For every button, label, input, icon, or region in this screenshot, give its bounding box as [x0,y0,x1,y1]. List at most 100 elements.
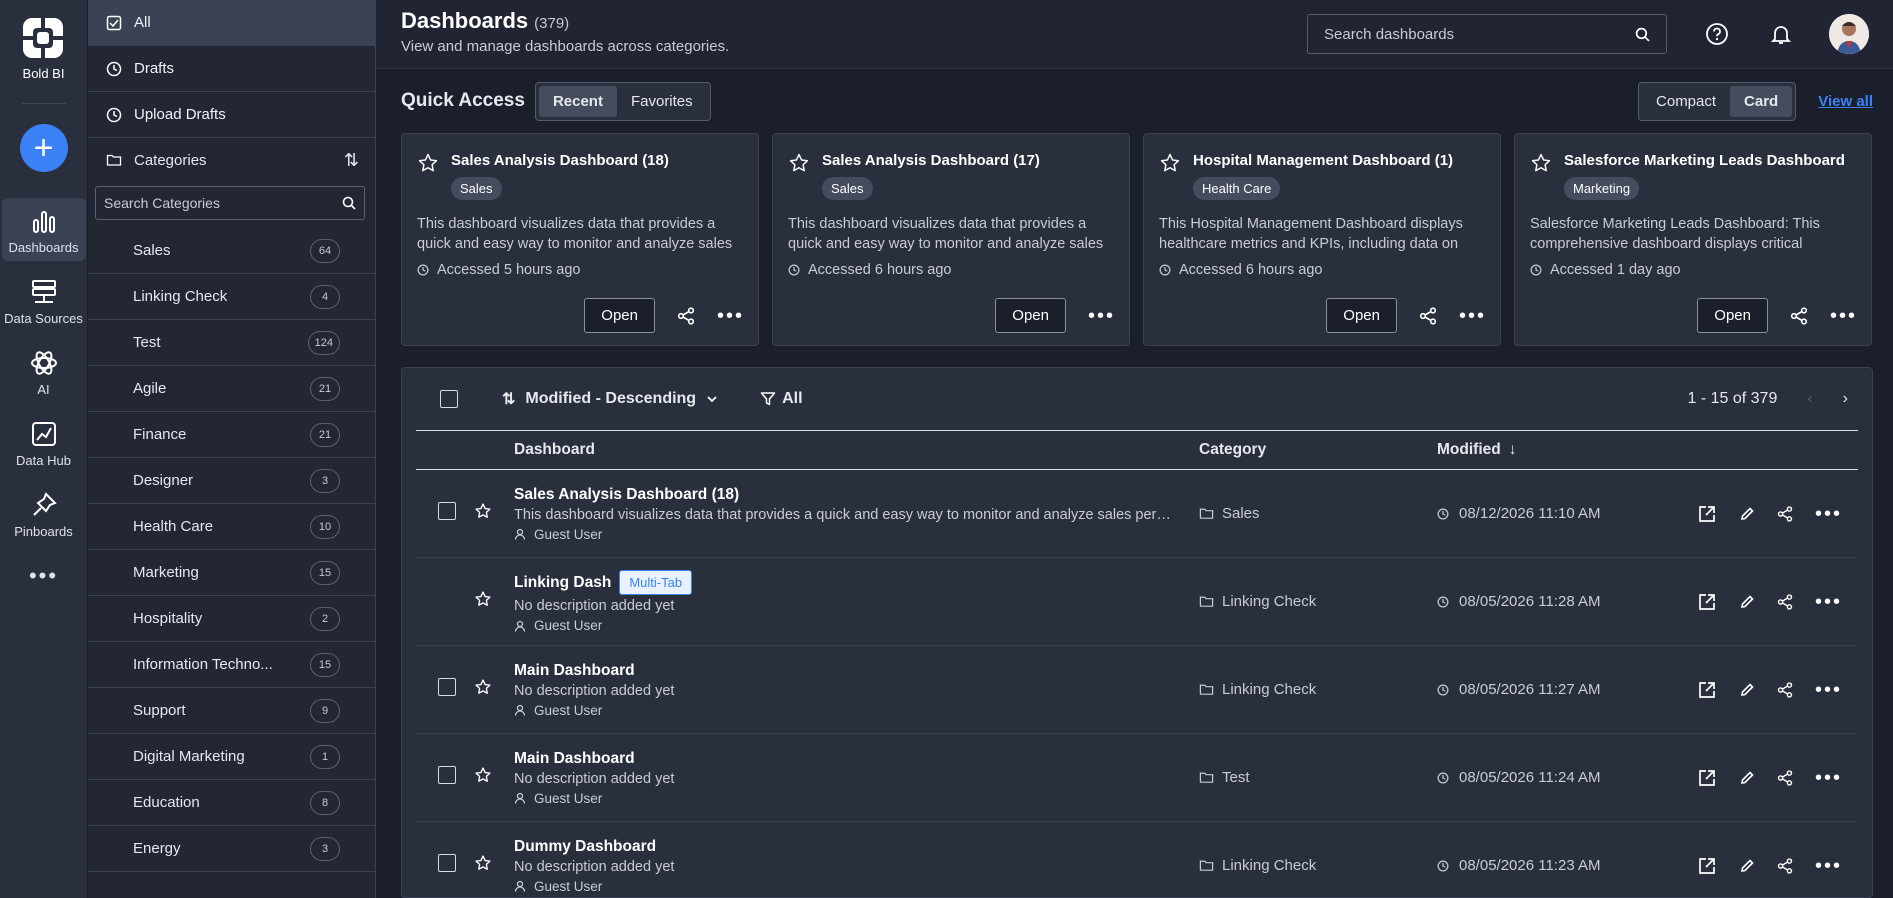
category-item[interactable]: Agile 21 [88,366,375,412]
dashboard-name[interactable]: Dummy Dashboard [514,838,656,856]
table-row[interactable]: Main Dashboard No description added yet … [416,734,1858,822]
star-icon[interactable] [474,502,492,520]
sort-icon[interactable]: ⇅ [344,150,359,171]
category-item[interactable]: Energy 3 [88,826,375,872]
star-icon[interactable] [788,152,810,174]
dashboard-name[interactable]: Main Dashboard [514,662,635,680]
more-options-icon[interactable]: ••• [1815,856,1842,876]
column-category[interactable]: Category [1199,441,1437,459]
open-button[interactable]: Open [1697,298,1768,333]
more-options-icon[interactable]: ••• [1815,592,1842,612]
row-checkbox[interactable] [438,678,456,696]
view-all-link[interactable]: View all [1818,93,1873,110]
category-item[interactable]: Test 124 [88,320,375,366]
dashboard-card[interactable]: Sales Analysis Dashboard (17) Sales This… [772,133,1130,346]
open-button[interactable]: Open [995,298,1066,333]
category-search-input[interactable]: Search Categories [95,186,365,220]
rail-item-data-hub[interactable]: Data Hub [2,411,86,474]
category-item[interactable]: Designer 3 [88,458,375,504]
share-icon[interactable] [1419,306,1437,325]
rail-item-pinboards[interactable]: Pinboards [2,482,86,545]
star-icon[interactable] [474,854,492,872]
column-dashboard[interactable]: Dashboard [514,441,1199,459]
open-button[interactable]: Open [584,298,655,333]
chevron-left-icon[interactable]: ‹ [1807,390,1812,408]
star-icon[interactable] [1530,152,1552,174]
sort-dropdown[interactable]: ⇅ Modified - Descending [502,389,718,409]
chevron-right-icon[interactable]: › [1843,390,1848,408]
share-icon[interactable] [1777,505,1793,522]
open-external-icon[interactable] [1697,680,1717,700]
category-item[interactable]: Finance 21 [88,412,375,458]
more-options-icon[interactable]: ••• [1815,768,1842,788]
category-item[interactable]: Marketing 15 [88,550,375,596]
category-item[interactable]: Sales 64 [88,228,375,274]
table-row[interactable]: Dummy Dashboard No description added yet… [416,822,1858,897]
table-row[interactable]: Main Dashboard No description added yet … [416,646,1858,734]
edit-icon[interactable] [1739,682,1755,698]
star-icon[interactable] [474,766,492,784]
star-icon[interactable] [417,152,439,174]
table-row[interactable]: Linking Dash Multi-Tab No description add… [416,558,1858,646]
category-item[interactable]: Education 8 [88,780,375,826]
edit-icon[interactable] [1739,770,1755,786]
share-icon[interactable] [1777,593,1793,610]
rail-item-dashboards[interactable]: Dashboards [1,198,86,261]
view-card[interactable]: Card [1730,85,1793,117]
dashboard-card[interactable]: Hospital Management Dashboard (1) Health… [1143,133,1501,346]
dashboard-name[interactable]: Sales Analysis Dashboard (18) [514,486,739,504]
tab-recent[interactable]: Recent [538,85,617,117]
row-checkbox[interactable] [438,854,456,872]
rail-item-data-sources[interactable]: Data Sources [2,269,86,332]
select-all-checkbox[interactable] [440,390,458,408]
open-external-icon[interactable] [1697,592,1717,612]
share-icon[interactable] [677,306,695,325]
more-icon[interactable]: ••• [29,563,58,589]
nav-drafts[interactable]: Drafts [88,46,375,92]
open-external-icon[interactable] [1697,856,1717,876]
dashboard-card[interactable]: Salesforce Marketing Leads Dashboard Mar… [1514,133,1872,346]
star-icon[interactable] [1159,152,1181,174]
filter-button[interactable]: All [760,390,803,408]
dashboard-name[interactable]: Main Dashboard [514,750,635,768]
brand[interactable]: Bold BI [23,18,64,81]
table-row[interactable]: Sales Analysis Dashboard (18) This dashb… [416,470,1858,558]
more-options-icon[interactable]: ••• [1815,680,1842,700]
category-item[interactable]: Information Techno... 15 [88,642,375,688]
tab-favorites[interactable]: Favorites [617,86,707,117]
help-icon[interactable] [1703,20,1731,48]
share-icon[interactable] [1790,306,1808,325]
star-icon[interactable] [474,590,492,608]
dashboard-search-input[interactable]: Search dashboards [1307,14,1667,54]
open-external-icon[interactable] [1697,504,1717,524]
category-item[interactable]: Support 9 [88,688,375,734]
more-options-icon[interactable]: ••• [717,306,744,326]
edit-icon[interactable] [1739,858,1755,874]
share-icon[interactable] [1777,857,1793,874]
column-modified[interactable]: Modified ↓ [1437,441,1697,459]
share-icon[interactable] [1777,769,1793,786]
more-options-icon[interactable]: ••• [1815,504,1842,524]
bell-icon[interactable] [1767,20,1795,48]
row-checkbox[interactable] [438,502,456,520]
create-button[interactable]: + [19,124,68,172]
more-options-icon[interactable]: ••• [1459,306,1486,326]
more-options-icon[interactable]: ••• [1088,306,1115,326]
dashboard-card[interactable]: Sales Analysis Dashboard (18) Sales This… [401,133,759,346]
dashboard-name[interactable]: Linking Dash [514,574,611,592]
category-item[interactable]: Health Care 10 [88,504,375,550]
rail-item-ai[interactable]: AI [2,340,86,403]
open-button[interactable]: Open [1326,298,1397,333]
edit-icon[interactable] [1739,594,1755,610]
more-options-icon[interactable]: ••• [1830,306,1857,326]
category-item[interactable]: Linking Check 4 [88,274,375,320]
nav-upload-drafts[interactable]: Upload Drafts [88,92,375,138]
avatar[interactable] [1829,14,1869,54]
share-icon[interactable] [1777,681,1793,698]
category-item[interactable]: Hospitality 2 [88,596,375,642]
nav-all[interactable]: All [88,0,375,46]
open-external-icon[interactable] [1697,768,1717,788]
view-compact[interactable]: Compact [1642,86,1730,117]
category-item[interactable]: Digital Marketing 1 [88,734,375,780]
star-icon[interactable] [474,678,492,696]
